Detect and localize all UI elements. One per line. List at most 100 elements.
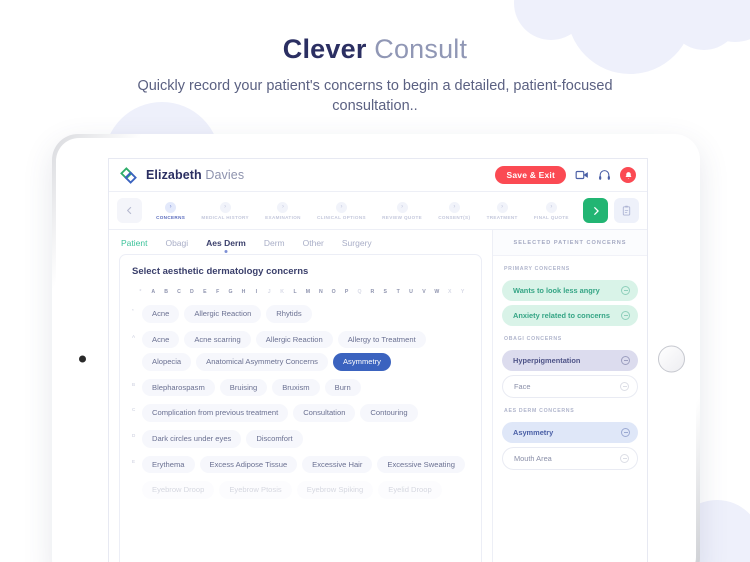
- concern-chip[interactable]: Bruising: [219, 378, 268, 397]
- concern-chip[interactable]: Erythema: [142, 455, 195, 474]
- minus-circle-icon[interactable]: [621, 286, 630, 295]
- concern-chip[interactable]: Eyebrow Ptosis: [219, 481, 292, 499]
- tablet-device: Elizabeth Davies Save & Exit › CONCERNS …: [52, 134, 700, 562]
- step-dot-icon: ›: [496, 201, 508, 213]
- concern-chip[interactable]: Asymmetry: [332, 353, 391, 371]
- alphabet-filter[interactable]: * A B C D E F G H I J K L M N O P Q R S T U V W X Y: [132, 289, 469, 295]
- concern-chip[interactable]: Excess Adipose Tissue: [199, 455, 298, 474]
- alphabet-letter-k[interactable]: K: [276, 289, 289, 295]
- concern-chip[interactable]: Blepharospasm: [142, 378, 215, 397]
- selected-concern-item[interactable]: Asymmetry: [502, 422, 638, 443]
- stepper-item-consents[interactable]: › CONSENT(S): [438, 201, 470, 220]
- concern-group-letter: [132, 481, 142, 484]
- alphabet-letter-t[interactable]: T: [392, 289, 405, 295]
- concern-chip[interactable]: Bruxism: [272, 378, 320, 397]
- page-root: Clever Consult Quickly record your patie…: [0, 0, 750, 562]
- alphabet-letter-c[interactable]: C: [173, 289, 186, 295]
- alphabet-letter-n[interactable]: N: [314, 289, 327, 295]
- alphabet-letter-x[interactable]: X: [443, 289, 456, 295]
- concern-chip[interactable]: Alopecia: [142, 353, 192, 371]
- alphabet-letter-s[interactable]: S: [379, 289, 392, 295]
- selected-concern-item[interactable]: Face: [502, 375, 638, 398]
- selected-concern-item[interactable]: Wants to look less angry: [502, 280, 638, 301]
- tab-aes-derm[interactable]: Aes Derm: [206, 238, 246, 248]
- concern-chip[interactable]: Allergy to Treatment: [337, 330, 426, 349]
- app-body: Patient Obagi Aes Derm Derm Other Surger…: [109, 230, 647, 562]
- stepper-item-medical-history[interactable]: › MEDICAL HISTORY: [201, 201, 249, 220]
- alphabet-letter-*[interactable]: *: [134, 289, 147, 295]
- minus-circle-icon[interactable]: [621, 428, 630, 437]
- save-and-exit-button[interactable]: Save & Exit: [495, 166, 566, 184]
- concern-chip[interactable]: Acne: [142, 330, 180, 349]
- alphabet-letter-h[interactable]: H: [237, 289, 250, 295]
- alphabet-letter-g[interactable]: G: [224, 289, 237, 295]
- concern-chip[interactable]: Dark circles under eyes: [142, 429, 242, 448]
- minus-circle-icon[interactable]: [620, 382, 629, 391]
- tab-surgery[interactable]: Surgery: [342, 238, 372, 248]
- home-button[interactable]: [658, 345, 685, 373]
- alphabet-letter-l[interactable]: L: [289, 289, 302, 295]
- concern-chip[interactable]: Eyebrow Droop: [142, 481, 215, 499]
- selected-concern-item[interactable]: Hyperpigmentation: [502, 350, 638, 371]
- tab-patient[interactable]: Patient: [121, 238, 147, 248]
- step-label: REVIEW QUOTE: [382, 214, 423, 220]
- concern-chip[interactable]: Eyebrow Spiking: [296, 481, 374, 499]
- concern-chip[interactable]: Rhytids: [266, 305, 312, 323]
- stepper-item-review-quote[interactable]: › REVIEW QUOTE: [382, 201, 423, 220]
- stepper-prev-button[interactable]: [117, 198, 142, 223]
- alphabet-letter-d[interactable]: D: [186, 289, 199, 295]
- alphabet-letter-q[interactable]: Q: [353, 289, 366, 295]
- headset-icon[interactable]: [597, 168, 612, 183]
- bell-icon[interactable]: [620, 167, 636, 183]
- stepper-item-clinical-options[interactable]: › CLINICAL OPTIONS: [317, 201, 366, 220]
- chevron-right-icon: [593, 206, 599, 215]
- selected-concern-item[interactable]: Mouth Area: [502, 447, 638, 470]
- concern-chip[interactable]: Complication from previous treatment: [142, 404, 289, 422]
- minus-circle-icon[interactable]: [621, 356, 630, 365]
- stepper-item-examination[interactable]: › EXAMINATION: [265, 201, 301, 220]
- stepper-next-button[interactable]: [583, 198, 608, 223]
- header-actions: Save & Exit: [495, 166, 636, 184]
- tab-derm[interactable]: Derm: [264, 238, 285, 248]
- clipboard-button[interactable]: [614, 198, 639, 223]
- selected-concern-item[interactable]: Anxiety related to concerns: [502, 305, 638, 326]
- stepper-item-concerns[interactable]: › CONCERNS: [156, 201, 185, 220]
- concern-group-letter: *: [132, 308, 134, 313]
- concern-chip[interactable]: Contouring: [360, 404, 418, 422]
- concern-chip[interactable]: Acne scarring: [184, 330, 251, 349]
- stepper-item-treatment[interactable]: › TREATMENT: [487, 201, 518, 220]
- alphabet-letter-o[interactable]: O: [327, 289, 340, 295]
- tab-other[interactable]: Other: [303, 238, 324, 248]
- concern-chip[interactable]: Burn: [324, 378, 361, 397]
- alphabet-letter-v[interactable]: V: [418, 289, 431, 295]
- alphabet-letter-j[interactable]: J: [263, 289, 276, 295]
- stepper-item-final-quote[interactable]: › FINAL QUOTE: [534, 201, 569, 220]
- alphabet-letter-u[interactable]: U: [405, 289, 418, 295]
- concern-chip[interactable]: Allergic Reaction: [184, 305, 262, 323]
- minus-circle-icon[interactable]: [621, 311, 630, 320]
- alphabet-letter-b[interactable]: B: [160, 289, 173, 295]
- alphabet-letter-e[interactable]: E: [198, 289, 211, 295]
- selected-section-heading: AES DERM CONCERNS: [504, 408, 575, 414]
- alphabet-letter-m[interactable]: M: [302, 289, 315, 295]
- alphabet-letter-f[interactable]: F: [211, 289, 224, 295]
- alphabet-letter-r[interactable]: R: [366, 289, 379, 295]
- concern-chip[interactable]: Acne: [142, 305, 180, 323]
- concern-chip[interactable]: Excessive Sweating: [377, 455, 465, 474]
- concern-chip[interactable]: Allergic Reaction: [255, 330, 333, 349]
- concern-chip[interactable]: Consultation: [293, 404, 356, 422]
- tab-obagi[interactable]: Obagi: [165, 238, 188, 248]
- concern-chip[interactable]: Excessive Hair: [302, 455, 373, 474]
- concern-chip[interactable]: Anatomical Asymmetry Concerns: [196, 353, 328, 371]
- concern-group: * Acne Allergic Reaction Rhytids: [132, 305, 469, 323]
- alphabet-letter-w[interactable]: W: [430, 289, 443, 295]
- concern-chip[interactable]: Discomfort: [246, 429, 303, 448]
- concern-chip[interactable]: Eyelid Droop: [378, 481, 442, 499]
- alphabet-letter-i[interactable]: I: [250, 289, 263, 295]
- video-camera-icon[interactable]: [574, 168, 589, 183]
- alphabet-letter-p[interactable]: P: [340, 289, 353, 295]
- minus-circle-icon[interactable]: [620, 454, 629, 463]
- alphabet-letter-y[interactable]: Y: [456, 289, 469, 295]
- camera-icon: [79, 355, 86, 363]
- alphabet-letter-a[interactable]: A: [147, 289, 160, 295]
